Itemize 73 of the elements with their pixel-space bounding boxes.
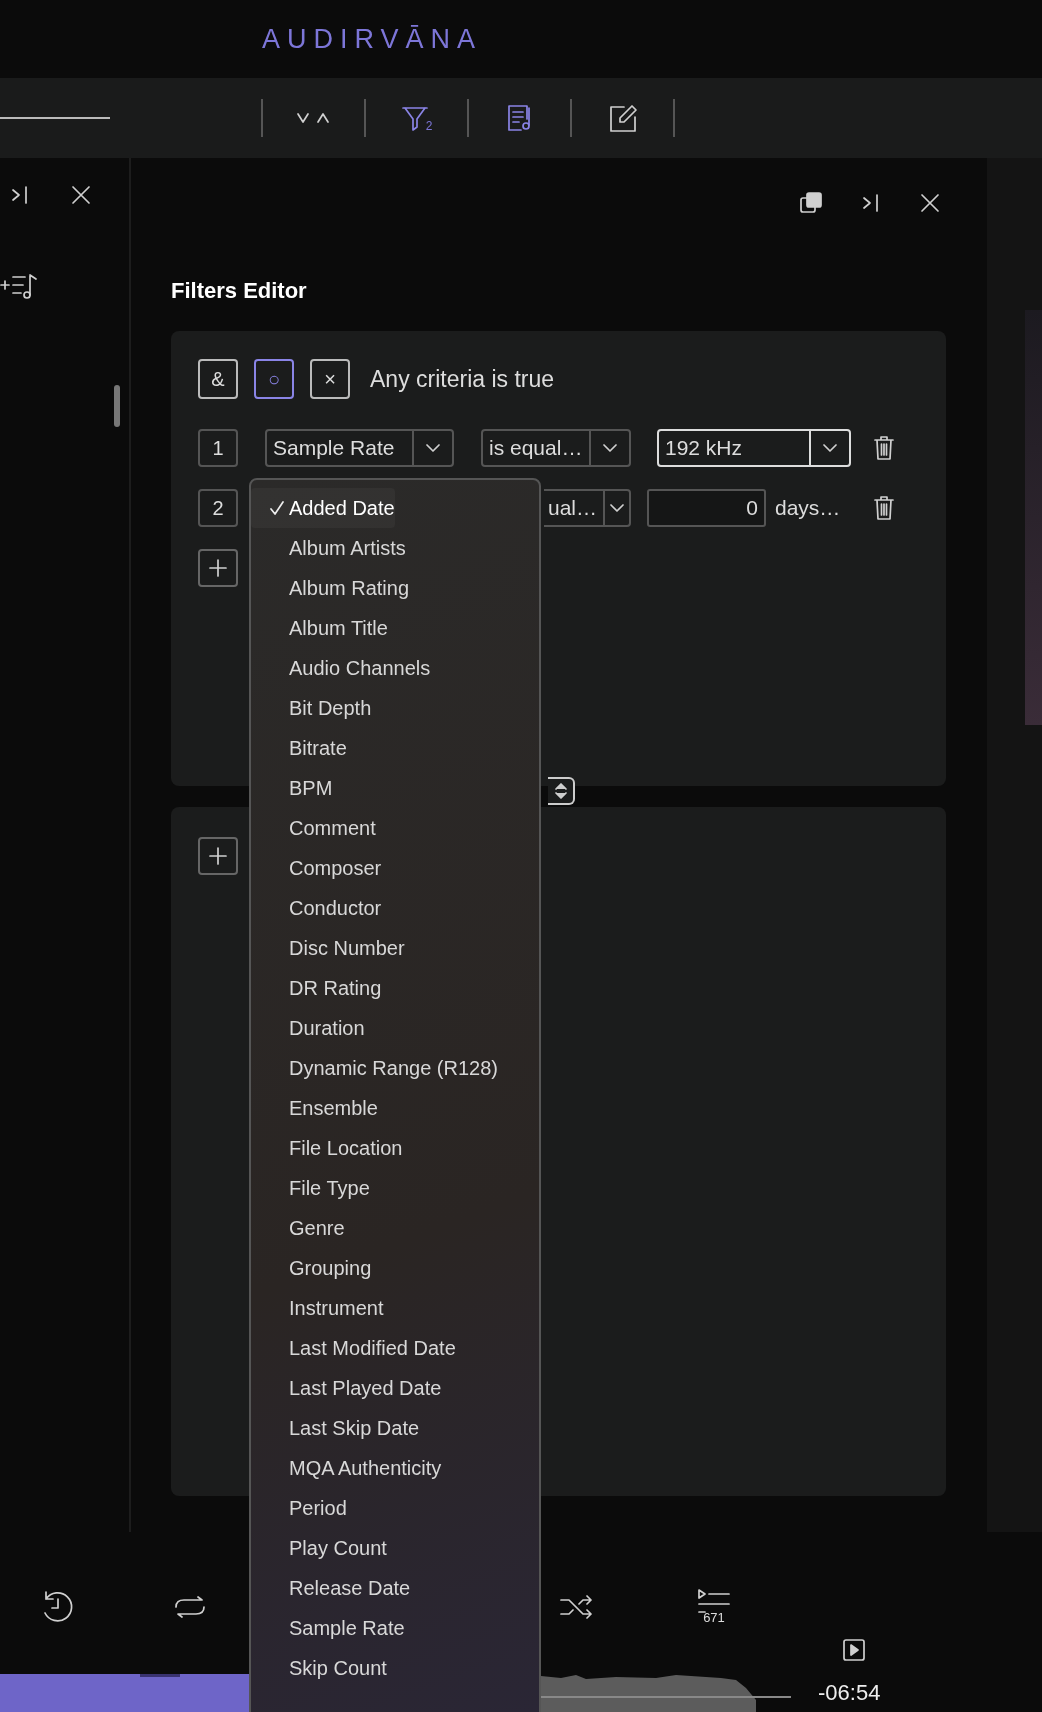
close-icon[interactable]: [919, 192, 941, 214]
sort-chevrons-icon[interactable]: [295, 110, 332, 126]
detach-window-icon[interactable]: [799, 191, 823, 215]
menu-item[interactable]: Release Date: [251, 1568, 411, 1608]
chevron-down-icon[interactable]: [426, 443, 440, 453]
menu-item[interactable]: Genre: [251, 1208, 345, 1248]
trash-icon[interactable]: [873, 495, 895, 521]
repeat-icon[interactable]: [172, 1594, 208, 1619]
add-group-button[interactable]: [198, 837, 238, 875]
menu-item[interactable]: Composer: [251, 848, 382, 888]
menu-item[interactable]: File Type: [251, 1168, 370, 1208]
scrollbar-thumb[interactable]: [114, 385, 120, 427]
menu-item[interactable]: Play Count: [251, 1528, 387, 1568]
chevron-down-icon[interactable]: [823, 443, 837, 453]
queue-icon: [697, 1588, 731, 1614]
menu-item[interactable]: Sample Rate: [251, 1608, 405, 1648]
value-select[interactable]: 192 kHz: [657, 429, 851, 467]
menu-item[interactable]: Added Date: [251, 488, 395, 528]
collapse-icon[interactable]: [10, 184, 30, 206]
mode-button[interactable]: &: [198, 359, 238, 399]
menu-item[interactable]: File Location: [251, 1128, 403, 1168]
app-logo: AUDIRVĀNA: [262, 23, 483, 55]
filter-button[interactable]: 2: [400, 103, 433, 133]
chevron-down-icon[interactable]: [610, 503, 624, 513]
mode-button[interactable]: ×: [310, 359, 350, 399]
menu-item[interactable]: Last Skip Date: [251, 1408, 420, 1448]
menu-item[interactable]: Album Rating: [251, 568, 410, 608]
field-select[interactable]: Sample Rate: [265, 429, 454, 467]
menu-item[interactable]: Dynamic Range (R128): [251, 1048, 498, 1088]
criteria-description: Any criteria is true: [370, 365, 555, 393]
value-input[interactable]: 0: [647, 489, 766, 527]
menu-item[interactable]: Album Artists: [251, 528, 406, 568]
menu-item[interactable]: Audio Channels: [251, 648, 431, 688]
add-rule-button[interactable]: [198, 549, 238, 587]
menu-item[interactable]: Grouping: [251, 1248, 372, 1288]
rule-number: 2: [198, 489, 238, 527]
edit-icon[interactable]: [607, 103, 638, 133]
menu-item[interactable]: Ensemble: [251, 1088, 378, 1128]
plus-icon: [208, 558, 228, 578]
remaining-time: -06:54: [818, 1680, 881, 1706]
trash-icon[interactable]: [873, 435, 895, 461]
menu-item[interactable]: Disc Number: [251, 928, 405, 968]
menu-item[interactable]: Instrument: [251, 1288, 384, 1328]
play-icon[interactable]: [842, 1638, 866, 1662]
menu-item[interactable]: BPM: [251, 768, 333, 808]
stepper-icon: [553, 781, 568, 801]
panel-title: Filters Editor: [171, 278, 308, 304]
menu-item[interactable]: Skip Count: [251, 1648, 387, 1688]
rule-number: 1: [198, 429, 238, 467]
stepper-button[interactable]: [548, 777, 575, 805]
collapse-panel-icon[interactable]: [861, 192, 881, 214]
mode-button[interactable]: ○: [254, 359, 294, 399]
checkmark-icon: [269, 500, 285, 516]
close-icon[interactable]: [70, 184, 92, 206]
menu-item[interactable]: Period: [251, 1488, 347, 1528]
plus-icon: [208, 846, 228, 866]
chevron-down-icon[interactable]: [603, 443, 617, 453]
menu-item[interactable]: Album Title: [251, 608, 388, 648]
menu-item[interactable]: Bitrate: [251, 728, 347, 768]
menu-item[interactable]: Bit Depth: [251, 688, 372, 728]
operator-select[interactable]: ual…: [544, 489, 631, 527]
menu-item[interactable]: Last Played Date: [251, 1368, 442, 1408]
menu-item[interactable]: Conductor: [251, 888, 382, 928]
menu-item[interactable]: Last Modified Date: [251, 1328, 456, 1368]
menu-item[interactable]: Duration: [251, 1008, 365, 1048]
scrollbar-thumb[interactable]: [1025, 310, 1042, 725]
menu-item[interactable]: MQA Authenticity: [251, 1448, 442, 1488]
menu-item[interactable]: DR Rating: [251, 968, 382, 1008]
menu-item[interactable]: Comment: [251, 808, 376, 848]
shuffle-icon[interactable]: [559, 1594, 595, 1619]
unit-label: days…: [775, 496, 842, 520]
queue-button[interactable]: 671: [697, 1588, 731, 1625]
operator-select[interactable]: is equal…: [481, 429, 631, 467]
